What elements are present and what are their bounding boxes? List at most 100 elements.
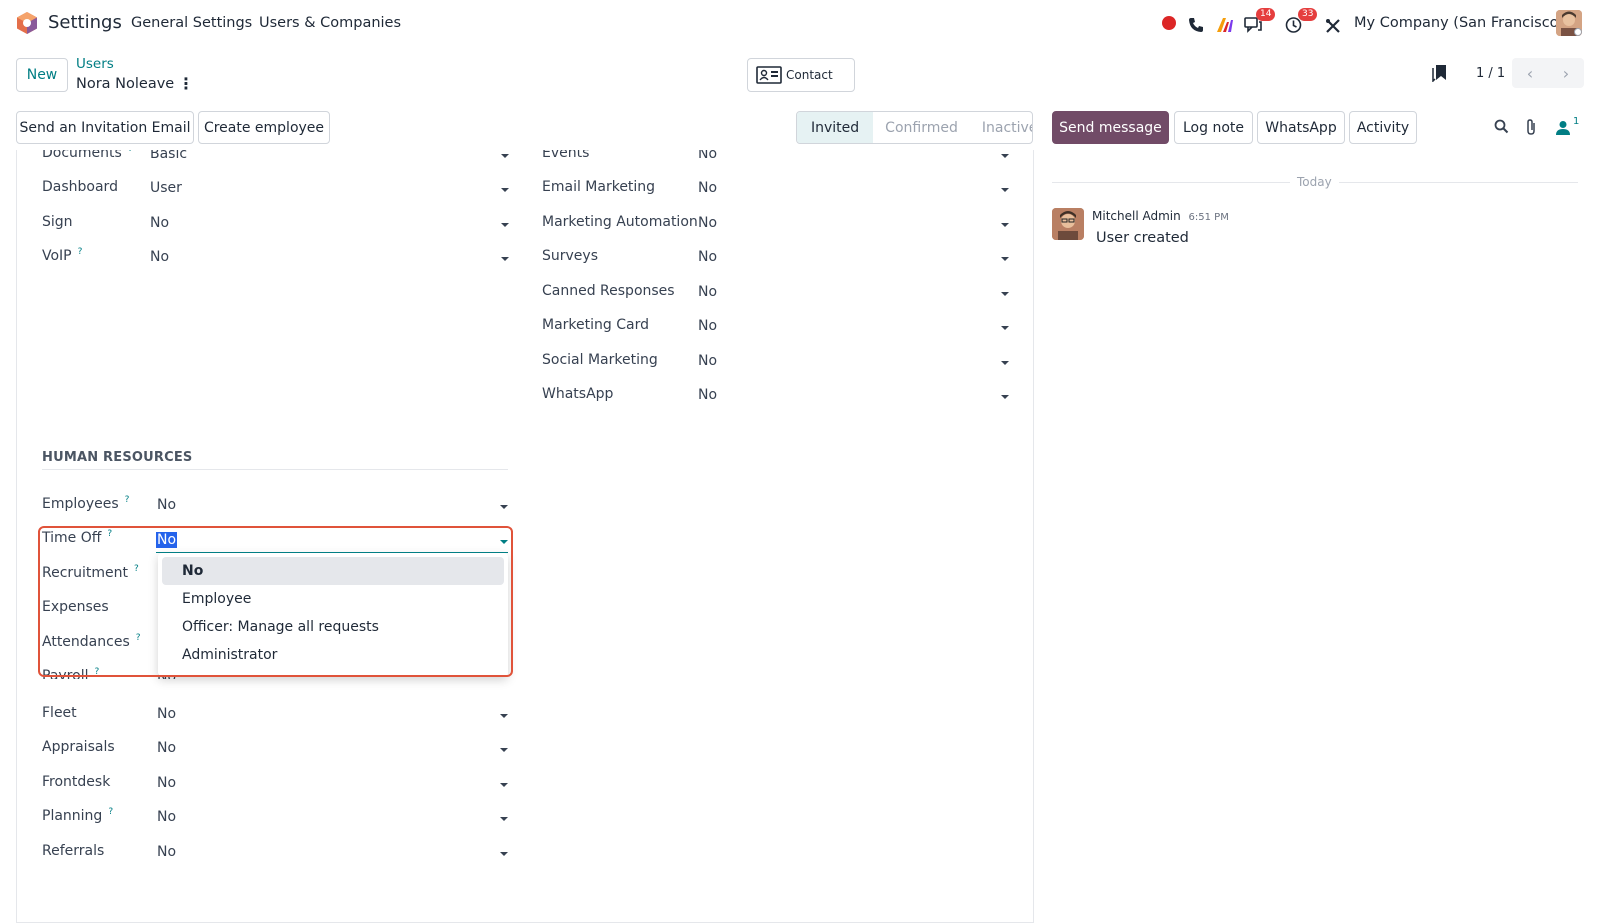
field-value-surveys[interactable]: No (698, 249, 717, 265)
menu-general-settings[interactable]: General Settings (131, 15, 252, 31)
time-off-select[interactable]: No (156, 530, 508, 553)
message-body: User created (1096, 230, 1189, 246)
caret-down-icon[interactable] (500, 783, 508, 787)
tools-icon[interactable] (1325, 15, 1341, 37)
field-value-whatsapp[interactable]: No (698, 387, 717, 403)
field-value-planning[interactable]: No (157, 809, 176, 825)
section-title-human-resources: HUMAN RESOURCES (42, 450, 193, 465)
odoo-logo-icon[interactable] (16, 11, 38, 35)
create-employee-button[interactable]: Create employee (198, 111, 330, 144)
field-label-email-marketing: Email Marketing (542, 179, 656, 195)
field-value-voip[interactable]: No (150, 249, 169, 265)
breadcrumb-users[interactable]: Users (76, 56, 114, 72)
message-author-name[interactable]: Mitchell Admin (1092, 209, 1181, 223)
field-label-dashboard: Dashboard (42, 179, 118, 195)
caret-down-icon[interactable] (500, 748, 508, 752)
caret-down-icon[interactable] (500, 817, 508, 821)
caret-down-icon[interactable] (1001, 326, 1009, 330)
field-label-social-marketing: Social Marketing (542, 352, 658, 368)
field-value-canned-responses[interactable]: No (698, 284, 717, 300)
field-label-fleet: Fleet (42, 705, 77, 721)
caret-down-icon[interactable] (500, 540, 508, 544)
field-value-employees[interactable]: No (157, 497, 176, 513)
caret-down-icon[interactable] (1001, 223, 1009, 227)
field-label-marketing-automation: Marketing Automation (542, 214, 698, 230)
caret-down-icon[interactable] (501, 188, 509, 192)
field-label-marketing-card: Marketing Card (542, 317, 649, 333)
caret-down-icon[interactable] (1001, 188, 1009, 192)
chevron-left-icon[interactable]: ‹ (1527, 64, 1533, 83)
status-confirmed[interactable]: Confirmed (873, 112, 958, 143)
field-value-dashboard[interactable]: User (150, 180, 182, 196)
top-navbar: Settings General Settings Users & Compan… (0, 0, 1600, 46)
help-icon[interactable]: ? (107, 529, 112, 539)
new-button[interactable]: New (16, 58, 68, 92)
send-message-button[interactable]: Send message (1052, 111, 1169, 144)
field-value-marketing-automation[interactable]: No (698, 215, 717, 231)
company-switcher[interactable]: My Company (San Francisco) (1354, 15, 1564, 31)
field-value-fleet[interactable]: No (157, 706, 176, 722)
caret-down-icon[interactable] (1001, 292, 1009, 296)
dropdown-option-officer[interactable]: Officer: Manage all requests (162, 613, 504, 641)
app-name[interactable]: Settings (48, 12, 122, 33)
dropdown-option-no[interactable]: No (162, 557, 504, 585)
field-value-frontdesk[interactable]: No (157, 775, 176, 791)
whatsapp-button[interactable]: WhatsApp (1257, 111, 1345, 144)
caret-down-icon[interactable] (1001, 257, 1009, 261)
status-inactive[interactable]: Inactive (958, 112, 1032, 143)
field-label-frontdesk: Frontdesk (42, 774, 111, 790)
dropdown-option-administrator[interactable]: Administrator (162, 641, 504, 669)
help-icon[interactable]: ? (128, 150, 133, 154)
field-label-whatsapp: WhatsApp (542, 386, 614, 402)
actions-menu-icon[interactable]: ⋮ (178, 74, 194, 93)
caret-down-icon[interactable] (501, 257, 509, 261)
caret-down-icon[interactable] (1001, 154, 1009, 158)
send-invitation-email-button[interactable]: Send an Invitation Email (16, 111, 194, 144)
pager-value[interactable]: 1 / 1 (1476, 66, 1505, 81)
caret-down-icon[interactable] (500, 505, 508, 509)
field-value-referrals[interactable]: No (157, 844, 176, 860)
status-invited[interactable]: Invited (797, 112, 874, 143)
record-name: Nora Noleave (76, 76, 175, 92)
help-icon[interactable]: ? (125, 495, 130, 505)
caret-down-icon[interactable] (500, 852, 508, 856)
field-value-email-marketing[interactable]: No (698, 180, 717, 196)
bookmarks-icon[interactable] (1432, 64, 1448, 82)
help-icon[interactable]: ? (78, 247, 83, 257)
phone-icon[interactable] (1188, 14, 1204, 36)
caret-down-icon[interactable] (1001, 395, 1009, 399)
followers-icon[interactable] (1555, 120, 1571, 135)
caret-down-icon[interactable] (501, 154, 509, 158)
field-value-events[interactable]: No (698, 150, 717, 162)
user-avatar[interactable] (1556, 10, 1582, 36)
field-label-voip: VoIP (42, 248, 72, 264)
paperclip-icon[interactable] (1525, 119, 1537, 136)
field-value-marketing-card[interactable]: No (698, 318, 717, 334)
chevron-right-icon[interactable]: › (1563, 64, 1569, 83)
menu-users-companies[interactable]: Users & Companies (259, 15, 401, 31)
field-label-events: Events (542, 150, 590, 161)
date-divider (1052, 182, 1290, 183)
field-value-sign[interactable]: No (150, 215, 169, 231)
help-icon[interactable]: ? (134, 564, 139, 574)
record-icon[interactable] (1162, 12, 1176, 34)
field-label-sign: Sign (42, 214, 73, 230)
messages-badge: 14 (1256, 8, 1276, 21)
search-icon[interactable] (1494, 119, 1509, 134)
dropdown-option-employee[interactable]: Employee (162, 585, 504, 613)
field-label-time-off: Time Off (42, 530, 102, 546)
message-author-avatar[interactable] (1052, 208, 1084, 240)
help-icon[interactable]: ? (136, 633, 141, 643)
field-value-documents[interactable]: Basic (150, 150, 187, 162)
caret-down-icon[interactable] (1001, 361, 1009, 365)
help-icon[interactable]: ? (108, 807, 113, 817)
field-value-social-marketing[interactable]: No (698, 353, 717, 369)
field-label-canned-responses: Canned Responses (542, 283, 675, 299)
log-note-button[interactable]: Log note (1174, 111, 1253, 144)
contact-smart-button[interactable]: Contact (747, 58, 855, 92)
activity-button[interactable]: Activity (1349, 111, 1417, 144)
caret-down-icon[interactable] (501, 223, 509, 227)
caret-down-icon[interactable] (500, 714, 508, 718)
ai-icon[interactable] (1216, 14, 1234, 36)
field-value-appraisals[interactable]: No (157, 740, 176, 756)
